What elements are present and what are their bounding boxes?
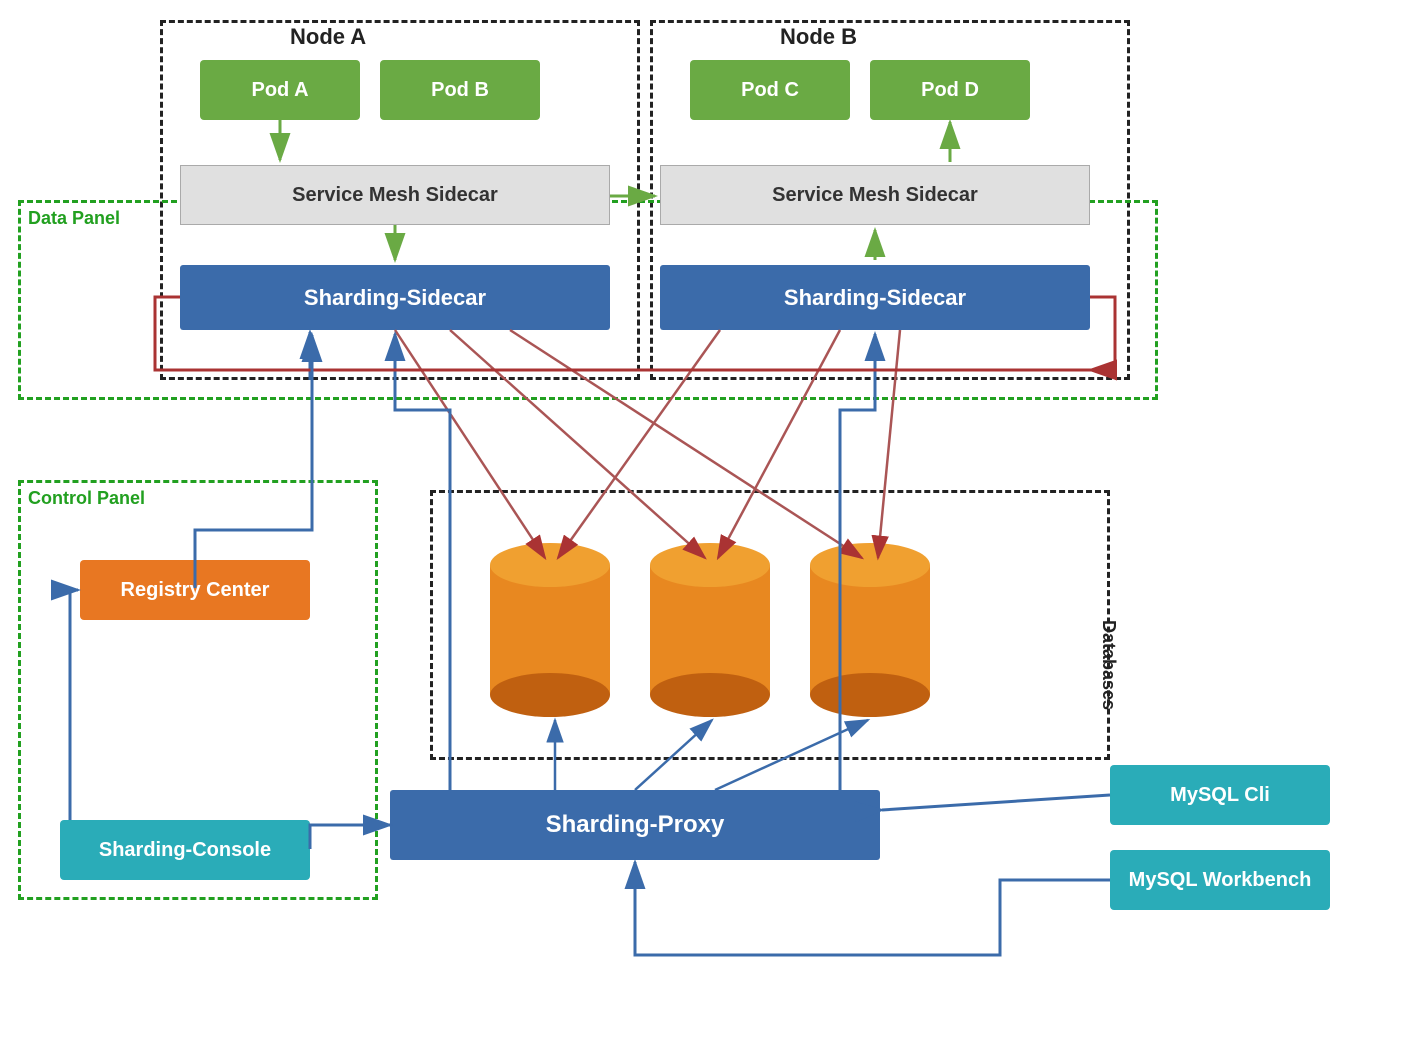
databases-label: Databases bbox=[1098, 620, 1119, 710]
node-b-label: Node B bbox=[780, 24, 857, 50]
pod-d: Pod D bbox=[870, 60, 1030, 120]
sidecar-a: Service Mesh Sidecar bbox=[180, 165, 610, 225]
registry-center: Registry Center bbox=[80, 560, 310, 620]
sharding-console: Sharding-Console bbox=[60, 820, 310, 880]
data-panel-label: Data Panel bbox=[28, 208, 120, 229]
databases-boundary bbox=[430, 490, 1110, 760]
mysql-workbench: MySQL Workbench bbox=[1110, 850, 1330, 910]
diagram: Node A Node B Data Panel Control Panel D… bbox=[0, 0, 1414, 1042]
sharding-sidecar-b: Sharding-Sidecar bbox=[660, 265, 1090, 330]
control-panel-label: Control Panel bbox=[28, 488, 145, 509]
sharding-sidecar-a: Sharding-Sidecar bbox=[180, 265, 610, 330]
pod-a: Pod A bbox=[200, 60, 360, 120]
sharding-proxy: Sharding-Proxy bbox=[390, 790, 880, 860]
pod-b: Pod B bbox=[380, 60, 540, 120]
node-a-label: Node A bbox=[290, 24, 366, 50]
sidecar-b: Service Mesh Sidecar bbox=[660, 165, 1090, 225]
pod-c: Pod C bbox=[690, 60, 850, 120]
mysql-cli: MySQL Cli bbox=[1110, 765, 1330, 825]
